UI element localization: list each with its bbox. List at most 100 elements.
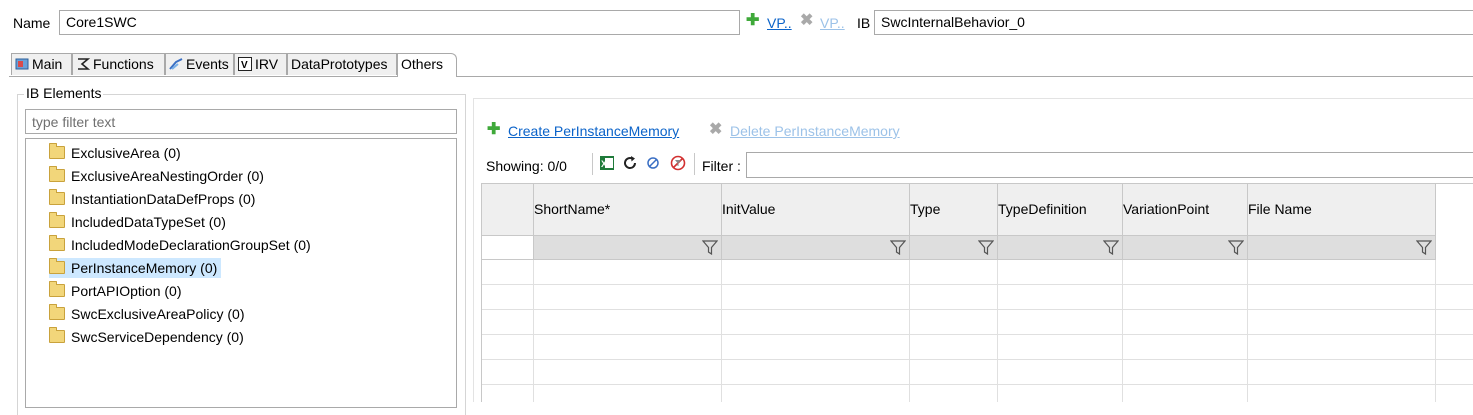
tree-item-label: ExclusiveAreaNestingOrder (0) — [71, 168, 264, 184]
table-row[interactable] — [482, 335, 1473, 360]
folder-icon — [49, 327, 65, 343]
name-label: Name — [13, 15, 51, 31]
tree-item-label: InstantiationDataDefProps (0) — [71, 191, 256, 207]
tab-irv-label: IRV — [255, 56, 279, 72]
toolbar-separator — [694, 153, 695, 175]
create-perinstancememory-link[interactable]: Create PerInstanceMemory — [508, 123, 679, 139]
tab-functions-label: Functions — [93, 56, 154, 72]
filter-settings-icon[interactable] — [645, 155, 661, 171]
column-filter-variationpoint[interactable] — [1123, 235, 1248, 260]
column-header-filename[interactable]: File Name — [1248, 184, 1436, 235]
add-vp-icon[interactable]: ✚ — [746, 10, 759, 30]
row-header-corner — [482, 184, 534, 235]
column-filter-typedefinition[interactable] — [998, 235, 1123, 260]
folder-icon — [49, 189, 65, 205]
filter-label: Filter : — [702, 158, 741, 174]
tab-dataprototypes[interactable]: DataPrototypes — [287, 53, 397, 75]
add-vp-link[interactable]: VP.. — [767, 15, 792, 31]
column-divider — [997, 260, 998, 402]
table-row[interactable] — [482, 260, 1473, 285]
funnel-icon[interactable] — [1416, 240, 1432, 255]
tree-item-exclusivearea[interactable]: ExclusiveArea (0) — [49, 143, 185, 163]
column-header-label: ShortName* — [534, 201, 611, 217]
column-filter-filename[interactable] — [1248, 235, 1436, 260]
funnel-icon[interactable] — [890, 240, 906, 255]
svg-text:X: X — [601, 159, 607, 169]
tree-item-includeddatatypeset[interactable]: IncludedDataTypeSet (0) — [49, 212, 230, 232]
column-filter-shortname[interactable] — [534, 235, 722, 260]
delete-perinstancememory-link: Delete PerInstanceMemory — [730, 123, 900, 139]
tree-item-portapioption[interactable]: PortAPIOption (0) — [49, 281, 186, 301]
table-row[interactable] — [482, 360, 1473, 385]
create-icon[interactable]: ✚ — [487, 119, 500, 139]
tree-item-label: PortAPIOption (0) — [71, 283, 182, 299]
table-filter-input[interactable] — [746, 152, 1473, 178]
ib-label: IB — [857, 15, 871, 31]
events-icon — [169, 56, 183, 70]
folder-icon — [49, 212, 65, 228]
tab-others-label: Others — [401, 56, 444, 72]
column-header-label: VariationPoint — [1123, 201, 1210, 217]
delete-vp-link: VP.. — [820, 15, 845, 31]
funnel-icon[interactable] — [978, 240, 994, 255]
funnel-icon[interactable] — [1103, 240, 1119, 255]
tree-item-label: IncludedDataTypeSet (0) — [71, 214, 226, 230]
tree-item-label: ExclusiveArea (0) — [71, 145, 181, 161]
table-row[interactable] — [482, 285, 1473, 310]
column-header-label: InitValue — [722, 201, 776, 217]
folder-icon — [49, 304, 65, 320]
folder-icon — [49, 281, 65, 297]
column-header-shortname[interactable]: ShortName* — [534, 184, 722, 235]
tree-item-label: SwcServiceDependency (0) — [71, 329, 244, 345]
name-field[interactable]: Core1SWC — [59, 10, 740, 35]
table-row[interactable] — [482, 385, 1473, 402]
tab-main[interactable]: Main — [11, 53, 72, 75]
delete-icon: ✖ — [709, 121, 723, 138]
tree-item-swcexclusiveareapolicy[interactable]: SwcExclusiveAreaPolicy (0) — [49, 304, 249, 324]
column-header-variationpoint[interactable]: VariationPoint — [1123, 184, 1248, 235]
toolbar-separator — [592, 153, 593, 175]
folder-icon — [49, 258, 65, 274]
ib-filter-input[interactable] — [25, 109, 457, 134]
column-header-filler — [1436, 184, 1473, 235]
irv-icon: V — [238, 56, 252, 71]
tree-item-includedmodedeclarationgroupset[interactable]: IncludedModeDeclarationGroupSet (0) — [49, 235, 315, 255]
column-header-label: Type — [910, 201, 941, 217]
tab-events-label: Events — [186, 56, 229, 72]
funnel-icon[interactable] — [1228, 240, 1244, 255]
column-divider — [533, 260, 534, 402]
tree-item-label: IncludedModeDeclarationGroupSet (0) — [71, 237, 311, 253]
column-filter-type[interactable] — [910, 235, 998, 260]
ib-elements-title: IB Elements — [24, 85, 104, 101]
column-header-typedefinition[interactable]: TypeDefinition — [998, 184, 1123, 235]
column-divider — [909, 260, 910, 402]
tree-item-exclusiveareanestingorder[interactable]: ExclusiveAreaNestingOrder (0) — [49, 166, 268, 186]
refresh-icon[interactable] — [622, 155, 638, 171]
column-header-type[interactable]: Type — [910, 184, 998, 235]
column-filter-initvalue[interactable] — [722, 235, 910, 260]
tab-irv[interactable]: V IRV — [234, 53, 287, 75]
table-row[interactable] — [482, 310, 1473, 335]
excel-export-icon[interactable]: X — [599, 155, 615, 171]
tab-functions[interactable]: Functions — [72, 53, 165, 75]
funnel-icon[interactable] — [702, 240, 718, 255]
tree-item-swcservicedependency[interactable]: SwcServiceDependency (0) — [49, 327, 248, 347]
tree-item-perinstancememory[interactable]: PerInstanceMemory (0) — [49, 258, 222, 278]
tab-events[interactable]: Events — [165, 53, 234, 75]
ib-elements-tree[interactable]: ExclusiveArea (0) ExclusiveAreaNestingOr… — [25, 138, 457, 408]
column-divider — [1435, 260, 1436, 402]
column-header-initvalue[interactable]: InitValue — [722, 184, 910, 235]
column-divider — [1122, 260, 1123, 402]
clear-filter-icon[interactable] — [670, 155, 686, 171]
column-divider — [1247, 260, 1248, 402]
tree-item-instantiationdatadefprops[interactable]: InstantiationDataDefProps (0) — [49, 189, 259, 209]
tab-dataprototypes-label: DataPrototypes — [291, 56, 388, 72]
svg-text:V: V — [241, 60, 248, 71]
folder-icon — [49, 143, 65, 159]
tab-others[interactable]: Others — [397, 53, 457, 77]
ib-field[interactable]: SwcInternalBehavior_0 — [874, 10, 1473, 35]
tree-item-label: PerInstanceMemory (0) — [71, 260, 218, 276]
main-icon — [15, 56, 29, 70]
perinstancememory-table: ShortName* InitValue Type TypeDefinition… — [481, 183, 1473, 402]
delete-vp-icon: ✖ — [800, 12, 814, 29]
